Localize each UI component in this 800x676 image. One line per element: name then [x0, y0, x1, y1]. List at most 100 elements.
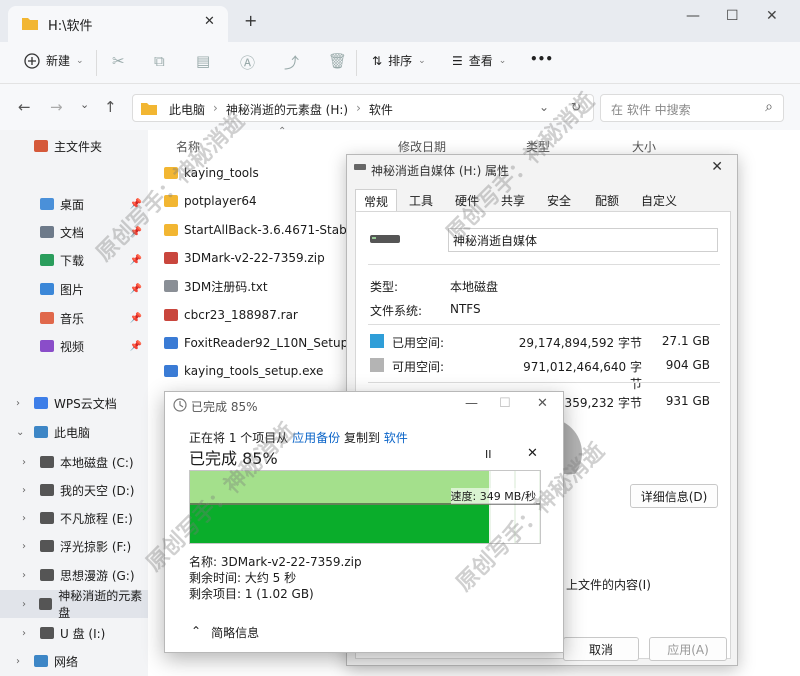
volume-name-input[interactable]: 神秘消逝自媒体: [448, 228, 718, 252]
column-type[interactable]: 类型: [526, 138, 550, 155]
cancel-copy-button[interactable]: ✕: [527, 446, 538, 461]
sidebar-item[interactable]: › 我的天空 (D:): [0, 476, 148, 504]
refresh-icon[interactable]: ↻: [571, 100, 581, 114]
index-checkbox-label[interactable]: 上文件的内容(I): [566, 576, 651, 593]
chevron-down-icon: ⌄: [76, 55, 84, 66]
sidebar-item[interactable]: › 浮光掠影 (F:): [0, 532, 148, 560]
pause-button[interactable]: II: [485, 448, 492, 461]
copy-title: 已完成 85%: [191, 400, 258, 414]
expand-chevron-icon[interactable]: ›: [22, 570, 34, 581]
address-bar[interactable]: 此电脑 › 神秘消逝的元素盘 (H:) › 软件 ⌄ ↻: [132, 94, 594, 122]
close-icon[interactable]: ✕: [711, 159, 723, 175]
column-modified[interactable]: 修改日期: [398, 138, 446, 155]
sort-button[interactable]: ⇅ 排序 ⌄: [372, 52, 426, 69]
expand-chevron-icon[interactable]: ›: [22, 513, 34, 524]
sidebar-item[interactable]: 桌面 📌: [0, 190, 148, 218]
paste-icon[interactable]: ▤: [196, 52, 210, 70]
sidebar-item[interactable]: ⌄ 此电脑: [0, 418, 148, 446]
close-tab-icon[interactable]: ✕: [204, 14, 215, 29]
sidebar-item[interactable]: › 思想漫游 (G:): [0, 561, 148, 589]
properties-tab[interactable]: 安全: [539, 189, 579, 211]
sidebar-item[interactable]: 文档 📌: [0, 218, 148, 246]
cut-icon[interactable]: ✂: [112, 52, 125, 70]
copy-icon[interactable]: ⧉: [154, 52, 165, 70]
maximize-icon: ☐: [499, 396, 511, 411]
properties-tab[interactable]: 自定义: [633, 189, 685, 211]
sidebar-item[interactable]: › 本地磁盘 (C:): [0, 448, 148, 476]
source-link[interactable]: 应用备份: [292, 431, 340, 445]
less-info-toggle[interactable]: ⌃ 简略信息: [191, 624, 259, 641]
cancel-button[interactable]: 取消: [563, 637, 639, 661]
file-row[interactable]: 3DM注册码.txt: [164, 274, 268, 298]
up-arrow-icon[interactable]: ↑: [104, 98, 117, 116]
properties-tab[interactable]: 常规: [355, 189, 398, 211]
divider: [368, 264, 720, 265]
sidebar-item[interactable]: › WPS云文档: [0, 389, 148, 417]
apply-button[interactable]: 应用(A): [649, 637, 727, 661]
expand-chevron-icon[interactable]: ›: [22, 457, 34, 468]
sidebar-item-label: 浮光掠影 (F:): [60, 539, 132, 554]
cloud-icon: [34, 397, 48, 409]
file-row[interactable]: StartAllBack-3.6.4671-Stable-I: [164, 218, 365, 242]
expand-chevron-icon[interactable]: ›: [16, 656, 28, 667]
new-button[interactable]: 新建 ⌄: [24, 52, 84, 69]
view-button[interactable]: ☰ 查看 ⌄: [452, 52, 506, 69]
expand-chevron-icon[interactable]: ›: [22, 541, 34, 552]
file-row[interactable]: kaying_tools: [164, 161, 259, 185]
sidebar-item[interactable]: › 不凡旅程 (E:): [0, 504, 148, 532]
expand-chevron-icon[interactable]: ›: [16, 398, 28, 409]
file-row[interactable]: potplayer64: [164, 189, 257, 213]
sidebar-item[interactable]: 主文件夹: [0, 132, 148, 160]
sidebar-item[interactable]: 下载 📌: [0, 246, 148, 274]
minimize-icon[interactable]: —: [465, 396, 478, 411]
sidebar-item[interactable]: 图片 📌: [0, 275, 148, 303]
sidebar-item[interactable]: 视频 📌: [0, 332, 148, 360]
destination-link[interactable]: 软件: [384, 431, 408, 445]
sidebar-item[interactable]: › 神秘消逝的元素盘: [0, 589, 148, 620]
sidebar-item-label: 图片: [60, 282, 85, 297]
properties-tab[interactable]: 共享: [493, 189, 533, 211]
delete-icon[interactable]: 🗑: [328, 52, 347, 70]
crumb-drive[interactable]: 神秘消逝的元素盘 (H:): [226, 101, 348, 118]
share-icon[interactable]: ⤴: [284, 52, 299, 73]
search-box[interactable]: 在 软件 中搜索 ⌕: [600, 94, 784, 122]
minimize-icon[interactable]: —: [686, 8, 700, 24]
sidebar-item[interactable]: › 网络: [0, 647, 148, 675]
file-row[interactable]: 3DMark-v2-22-7359.zip: [164, 246, 325, 270]
close-window-icon[interactable]: ✕: [766, 8, 778, 24]
address-history-chevron-icon[interactable]: ⌄: [539, 100, 549, 114]
properties-tab[interactable]: 硬件: [447, 189, 487, 211]
expand-chevron-icon[interactable]: ›: [22, 599, 33, 610]
filesystem-label: 文件系统:: [370, 304, 423, 318]
file-row[interactable]: cbcr23_188987.rar: [164, 303, 298, 327]
back-arrow-icon[interactable]: ←: [18, 98, 31, 116]
sidebar-item[interactable]: › U 盘 (I:): [0, 619, 148, 647]
crumb-this-pc[interactable]: 此电脑: [169, 101, 205, 118]
sidebar-item-label: 文档: [60, 225, 85, 240]
copy-description: 正在将 1 个项目从 应用备份 复制到 软件: [189, 429, 408, 446]
column-name[interactable]: 名称: [176, 138, 200, 155]
tab-active[interactable]: H:\软件 ✕: [8, 6, 228, 42]
maximize-icon[interactable]: ☐: [726, 8, 739, 24]
file-row[interactable]: FoxitReader92_L10N_Setup.exe: [164, 331, 373, 355]
recent-locations-chevron-icon[interactable]: ⌄: [80, 98, 89, 111]
crumb-folder[interactable]: 软件: [369, 101, 393, 118]
expand-chevron-icon[interactable]: ⌄: [16, 427, 28, 438]
sidebar-item[interactable]: 音乐 📌: [0, 304, 148, 332]
sidebar-item-label: 思想漫游 (G:): [60, 568, 135, 583]
properties-tab[interactable]: 工具: [401, 189, 441, 211]
more-options-button[interactable]: •••: [530, 52, 553, 66]
expand-chevron-icon[interactable]: ›: [22, 628, 34, 639]
details-button[interactable]: 详细信息(D): [630, 484, 718, 508]
properties-tab[interactable]: 配额: [587, 189, 627, 211]
rename-icon[interactable]: Ⓐ: [240, 52, 255, 73]
pin-icon: 📌: [129, 254, 142, 266]
new-tab-button[interactable]: +: [244, 11, 257, 30]
file-row[interactable]: kaying_tools_setup.exe: [164, 359, 323, 383]
close-icon[interactable]: ✕: [537, 396, 548, 411]
forward-arrow-icon[interactable]: →: [50, 98, 63, 116]
expand-chevron-icon[interactable]: ›: [22, 485, 34, 496]
column-size[interactable]: 大小: [632, 138, 656, 155]
command-bar: 新建 ⌄ ✂ ⧉ ▤ Ⓐ ⤴ 🗑 ⇅ 排序 ⌄ ☰ 查看 ⌄ •••: [0, 42, 800, 84]
folder-icon: [141, 101, 157, 115]
